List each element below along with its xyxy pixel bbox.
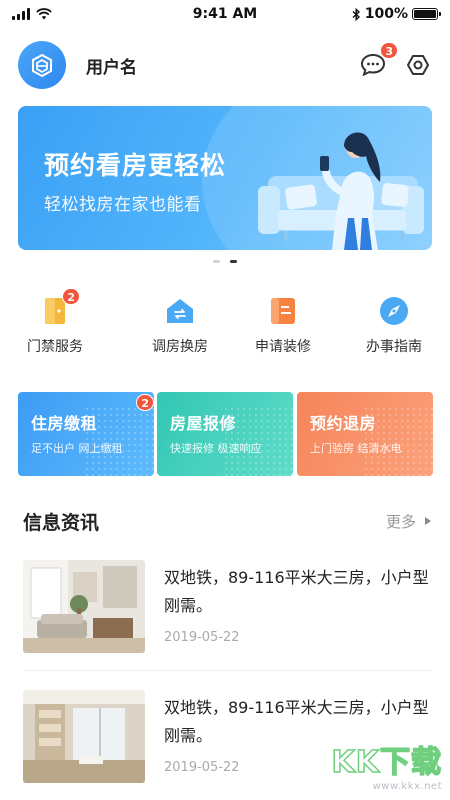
settings-button[interactable] [404, 51, 432, 79]
banner-title: 预约看房更轻松 [44, 151, 227, 180]
news-thumbnail [23, 690, 145, 783]
news-item[interactable]: 双地铁，89-116平米大三房，小户型刚需。 2019-05-22 [23, 560, 432, 656]
news-date: 2019-05-22 [164, 760, 240, 775]
battery-percent: 100% [364, 6, 408, 22]
card-subtitle: 足不出户 网上缴租 [31, 442, 123, 455]
status-left [12, 8, 52, 20]
messages-badge: 3 [380, 42, 398, 59]
house-swap-icon [165, 296, 195, 326]
service-room-swap[interactable]: 调房换房 [125, 296, 235, 356]
banner-subtitle: 轻松找房在家也能看 [44, 195, 202, 215]
wifi-icon [36, 8, 52, 20]
service-renovation[interactable]: 申请装修 [228, 296, 338, 356]
news-thumbnail [23, 560, 145, 653]
triangle-right-icon [425, 517, 431, 525]
watermark-logo: KK下载 [331, 744, 442, 781]
username[interactable]: 用户名 [86, 53, 137, 78]
service-guide[interactable]: 办事指南 [339, 296, 449, 356]
service-label: 办事指南 [366, 339, 422, 355]
service-label: 申请装修 [255, 339, 311, 355]
card-repair[interactable]: 房屋报修 快速报修 极速响应 [157, 392, 293, 476]
status-right: 100% [352, 6, 441, 22]
service-badge: 2 [62, 288, 80, 305]
news-headline: 双地铁，89-116平米大三房，小户型刚需。 [164, 568, 429, 615]
header: 用户名 3 [18, 40, 432, 90]
pagination-dot[interactable] [213, 260, 220, 263]
compass-icon [379, 296, 409, 326]
more-label: 更多 [385, 512, 416, 531]
card-rent-payment[interactable]: 住房缴租 足不出户 网上缴租 2 [18, 392, 154, 476]
card-checkout[interactable]: 预约退房 上门验房 结清水电 [297, 392, 433, 476]
battery-icon [412, 8, 441, 20]
banner-pagination [0, 260, 450, 263]
card-badge: 2 [136, 394, 154, 411]
status-bar: 9:41 AM 100% [0, 0, 450, 28]
banner-illustration [258, 132, 424, 250]
door-card-icon: 2 [40, 288, 80, 326]
avatar[interactable] [18, 41, 66, 89]
card-subtitle: 上门验房 结清水电 [310, 442, 402, 455]
news-date: 2019-05-22 [164, 630, 240, 645]
quick-services: 2 门禁服务 调房换房 申请装修 办事指南 [0, 288, 450, 358]
messages-button[interactable]: 3 [358, 42, 398, 80]
bluetooth-icon [352, 7, 360, 21]
news-divider [23, 670, 432, 671]
service-label: 门禁服务 [27, 339, 83, 355]
settings-hexagon-icon [407, 55, 429, 75]
pagination-dot-active[interactable] [230, 260, 237, 263]
watermark: KK下载 www.kkx.net [331, 737, 443, 792]
signal-icon [12, 8, 30, 20]
service-label: 调房换房 [152, 339, 208, 355]
news-more-link[interactable]: 更多 [386, 511, 432, 532]
card-subtitle: 快速报修 极速响应 [170, 442, 262, 455]
news-header: 信息资讯 更多 [23, 506, 432, 536]
building-logo-icon [32, 53, 52, 78]
header-actions: 3 [358, 42, 432, 80]
promo-banner[interactable]: 预约看房更轻松 轻松找房在家也能看 [18, 106, 432, 250]
watermark-url: www.kkx.net [372, 781, 442, 792]
service-access-control[interactable]: 2 门禁服务 [0, 288, 110, 356]
renovation-icon [268, 296, 298, 326]
news-section-title: 信息资讯 [23, 511, 100, 534]
